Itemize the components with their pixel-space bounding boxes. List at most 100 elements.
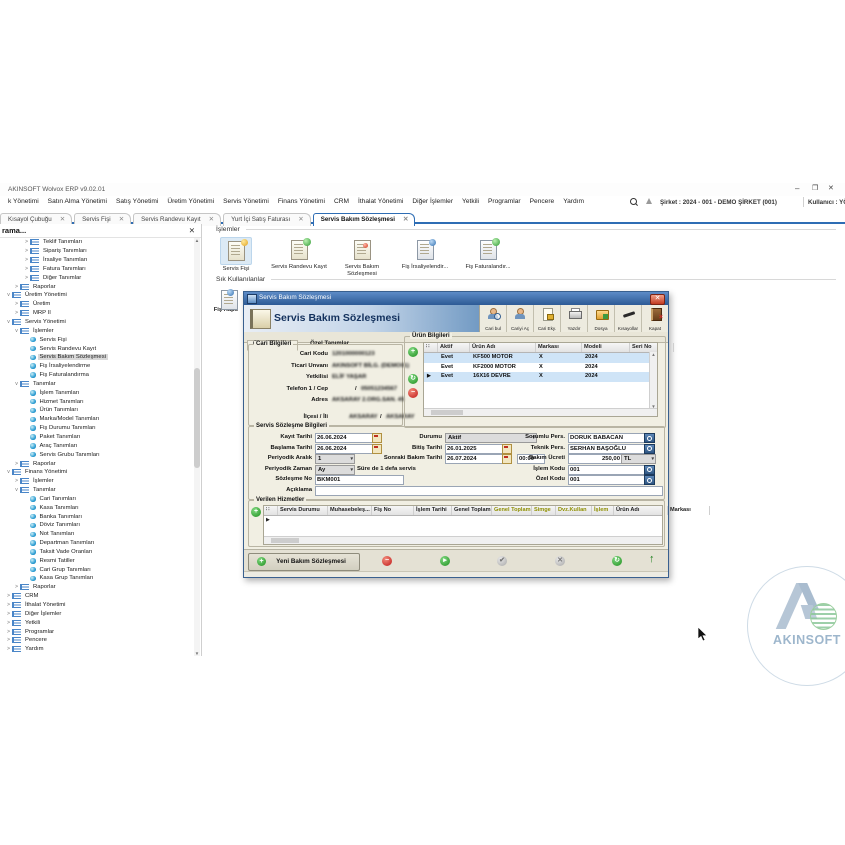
baslama-tarihi-input[interactable]: 26.06.2024: [315, 444, 374, 454]
tree-item-label[interactable]: Finans Yönetimi: [23, 469, 69, 475]
chevron-right-icon[interactable]: >: [23, 248, 30, 254]
tree-item-label[interactable]: Cari Tanımları: [38, 496, 79, 502]
menu-item-crm[interactable]: CRM: [334, 198, 349, 205]
tree-item-label[interactable]: Pencere: [23, 637, 49, 643]
forward-button[interactable]: ▸: [440, 556, 450, 566]
ticari-unvan-value[interactable]: AKINSOFT BİLG. (DEMO01): [332, 363, 409, 369]
chevron-down-icon[interactable]: v: [13, 487, 20, 493]
menu-item-satın-alma-yönetimi[interactable]: Satın Alma Yönetimi: [48, 198, 107, 205]
sonraki-bakim-input[interactable]: 26.07.2024: [445, 454, 504, 464]
urun-grid-row[interactable]: ▶Evet16X16 DEVREX2024: [424, 372, 657, 382]
tree-item[interactable]: Araç Tanımları: [0, 441, 193, 450]
toolbar-button-cari-bul[interactable]: Cari bul: [480, 305, 507, 332]
grid-cell[interactable]: X: [536, 372, 582, 382]
toolbar-button-kısayollar[interactable]: Kısayollar: [615, 305, 642, 332]
tree-item[interactable]: vFinans Yönetimi: [0, 468, 193, 477]
tree-item-label[interactable]: Paket Tanımları: [38, 434, 83, 440]
teknik-pers-input[interactable]: SERHAN BAŞOĞLU: [568, 444, 646, 454]
grid-cell[interactable]: X: [536, 363, 582, 373]
tree-item[interactable]: Cari Tanımları: [0, 494, 193, 503]
tab-close-icon[interactable]: ✕: [60, 216, 65, 223]
chevron-right-icon[interactable]: >: [23, 257, 30, 263]
tree-item[interactable]: vTanımlar: [0, 380, 193, 389]
aciklama-input[interactable]: [315, 486, 663, 496]
para-birimi-select[interactable]: TL: [621, 454, 656, 464]
grid-cell[interactable]: KF2000 MOTOR: [470, 363, 536, 373]
tree-item-label[interactable]: MRP II: [31, 310, 53, 316]
tree-item[interactable]: >Sipariş Tanımları: [0, 247, 193, 256]
menu-item-yardım[interactable]: Yardım: [563, 198, 584, 205]
tree-item-label[interactable]: Programlar: [23, 629, 56, 635]
tree-item-label[interactable]: İrsaliye Tanımları: [41, 257, 89, 263]
chevron-down-icon[interactable]: v: [13, 381, 20, 387]
tree-item-label[interactable]: Döviz Tanımları: [38, 522, 82, 528]
tree-item[interactable]: Taksit Vade Oranları: [0, 548, 193, 557]
tree-item-label[interactable]: Araç Tanımları: [38, 443, 80, 449]
tree-item-label[interactable]: İthalat Yönetimi: [23, 602, 68, 608]
grid-cell[interactable]: 2024: [582, 363, 630, 373]
tree-item-label[interactable]: Banka Tanımları: [38, 514, 84, 520]
scroll-up-icon[interactable]: ▲: [650, 352, 657, 357]
chevron-right-icon[interactable]: >: [5, 602, 12, 608]
grid-cell[interactable]: 2024: [582, 372, 630, 382]
tree-item[interactable]: İşlem Tanımları: [0, 388, 193, 397]
tree-item[interactable]: >Pencere: [0, 636, 193, 645]
tree-item-label[interactable]: Diğer Tanımlar: [41, 275, 83, 281]
menu-item-satış-yönetimi[interactable]: Satış Yönetimi: [116, 198, 158, 205]
tree-item-label[interactable]: Üretim: [31, 301, 52, 307]
company-label[interactable]: Şirket : 2024 - 001 - DEMO ŞİRKET (001): [660, 199, 777, 206]
chevron-down-icon[interactable]: v: [5, 319, 12, 325]
toolbar-button-kapat[interactable]: ×Kapat: [642, 305, 668, 332]
periyodik-aralik-select[interactable]: 1: [315, 454, 355, 464]
tree-item[interactable]: Servis Fişi: [0, 335, 193, 344]
column-header[interactable]: Servis Durumu: [278, 506, 328, 515]
toolbar-button-dosya[interactable]: Dosya: [588, 305, 615, 332]
tab-close-icon[interactable]: ✕: [119, 216, 124, 223]
tree-item[interactable]: Marka/Model Tanımları: [0, 415, 193, 424]
tree-item[interactable]: >Teklif Tanımları: [0, 238, 193, 247]
tree-item[interactable]: >Yardım: [0, 645, 193, 654]
tree-item[interactable]: vServis Yönetimi: [0, 318, 193, 327]
sidebar-scrollbar[interactable]: ▲ ▼: [194, 238, 200, 656]
scroll-down-icon[interactable]: ▼: [194, 651, 200, 656]
tree-item-label[interactable]: Fiş Durumu Tanımları: [38, 425, 98, 431]
column-header[interactable]: Ürün Adı: [614, 506, 668, 515]
yetkili-value[interactable]: ELİF YAŞAR: [332, 374, 366, 380]
urun-grid-row[interactable]: EvetKF2000 MOTORX2024: [424, 363, 657, 373]
tree-item[interactable]: >Fatura Tanımları: [0, 265, 193, 274]
tree-item-label[interactable]: Fatura Tanımları: [41, 266, 88, 272]
tree-item-label[interactable]: Üretim Yönetimi: [23, 292, 69, 298]
tab-close-icon[interactable]: ✕: [403, 216, 408, 223]
column-header[interactable]: Genel Toplam: [492, 506, 532, 515]
sidebar-close-icon[interactable]: ✕: [189, 226, 195, 235]
add-service-button[interactable]: +: [251, 507, 261, 517]
column-header[interactable]: Genel Toplam: [452, 506, 492, 515]
shortcut-fis-raporu[interactable]: Fiş Rapo: [205, 287, 247, 313]
tree-item-label[interactable]: Yardım: [23, 646, 46, 652]
tree-item[interactable]: Not Tanımları: [0, 530, 193, 539]
adres-value[interactable]: AKSARAY 2.ORG.SAN. 45: [332, 397, 404, 403]
lookup-icon[interactable]: [644, 433, 655, 443]
document-tab[interactable]: Yurt İçi Satış Faturası✕: [223, 213, 311, 226]
tree-item-label[interactable]: Resmi Tatiller: [38, 558, 77, 564]
shortcut-dispatch-doc[interactable]: Fiş İrsaliyelendir...: [397, 237, 453, 277]
close-button[interactable]: ✕: [828, 184, 834, 192]
tree-item-label[interactable]: Raporlar: [31, 284, 58, 290]
bakim-ucreti-input[interactable]: 250,00: [568, 454, 622, 464]
grid-cell[interactable]: 16X16 DEVRE: [470, 372, 536, 382]
tree-item-label[interactable]: Fiş Faturalandırma: [38, 372, 91, 378]
scroll-up-icon[interactable]: ▲: [194, 238, 200, 243]
tree-item-label[interactable]: Marka/Model Tanımları: [38, 416, 102, 422]
islem-kodu-input[interactable]: 001: [568, 465, 646, 475]
tree-item[interactable]: >Raporlar: [0, 282, 193, 291]
toolbar-button-cariyi-aç[interactable]: Cariyi Aç: [507, 305, 534, 332]
tree-item[interactable]: Ürün Tanımları: [0, 406, 193, 415]
tree-item[interactable]: >Programlar: [0, 627, 193, 636]
tree-item[interactable]: >İşlemler: [0, 477, 193, 486]
tree-item-label[interactable]: Kasa Grup Tanımları: [38, 575, 96, 581]
chevron-right-icon[interactable]: >: [13, 478, 20, 484]
chevron-down-icon[interactable]: v: [13, 328, 20, 334]
tree-item[interactable]: >MRP II: [0, 309, 193, 318]
tree-item-label[interactable]: Departman Tanımları: [38, 540, 97, 546]
tree-item[interactable]: >Üretim: [0, 300, 193, 309]
